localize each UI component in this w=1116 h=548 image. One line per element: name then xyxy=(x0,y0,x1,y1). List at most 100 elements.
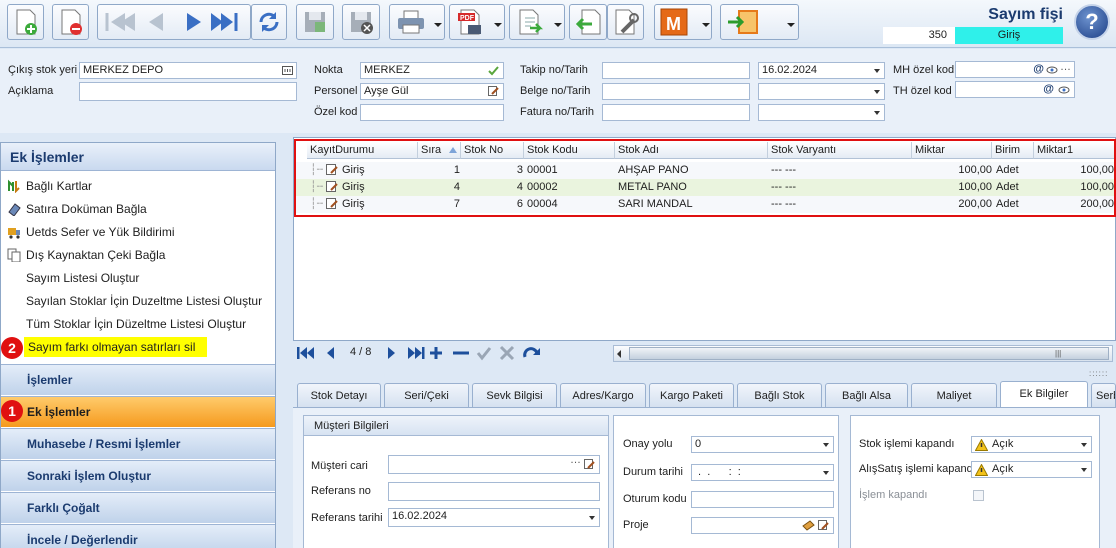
tab-bagli-alsa[interactable]: Bağlı Alsa xyxy=(825,383,908,407)
new-document-button[interactable] xyxy=(7,4,44,40)
sayilan-stoklar-item[interactable]: Sayılan Stoklar İçin Duzeltme Listesi Ol… xyxy=(26,291,262,311)
onay-yolu-field[interactable]: 0 xyxy=(691,436,834,453)
confirm-icon[interactable] xyxy=(476,347,492,361)
save-close-button[interactable] xyxy=(342,4,380,40)
view-icon[interactable] xyxy=(1058,85,1070,95)
chevron-down-icon[interactable] xyxy=(787,23,795,27)
prev-page-icon[interactable] xyxy=(327,347,334,359)
pdf-export-button[interactable]: PDF xyxy=(449,4,505,40)
proje-label: Proje xyxy=(623,519,649,531)
fatura-no-field[interactable] xyxy=(602,104,750,121)
edit-icon[interactable] xyxy=(584,459,596,470)
ellipsis-icon[interactable]: … xyxy=(1060,62,1071,75)
uetds-item[interactable]: Uetds Sefer ve Yük Bildirimi xyxy=(7,222,175,242)
tab-sevk-bilgisi[interactable]: Sevk Bilgisi xyxy=(472,383,557,407)
view-icon[interactable] xyxy=(1046,65,1058,75)
tab-stok-detayi[interactable]: Stok Detayı xyxy=(297,383,381,407)
transfer-button[interactable] xyxy=(509,4,565,40)
chevron-down-icon[interactable] xyxy=(823,443,829,447)
tab-bagli-stok[interactable]: Bağlı Stok xyxy=(737,383,822,407)
nav-ek-islemler[interactable]: Ek İşlemler xyxy=(1,396,275,427)
belge-date-field[interactable] xyxy=(758,83,885,100)
chevron-down-icon[interactable] xyxy=(823,471,829,475)
nav-islemler[interactable]: İşlemler xyxy=(1,364,275,395)
chevron-down-icon[interactable] xyxy=(554,23,562,27)
refresh-button[interactable] xyxy=(251,4,287,40)
import-button[interactable] xyxy=(569,4,607,40)
sayim-farki-sil-item[interactable]: Sayım farkı olmayan satırları sil xyxy=(24,337,207,357)
redo-icon[interactable] xyxy=(523,347,540,358)
scroll-left-icon[interactable] xyxy=(617,350,621,358)
satira-dokuman-bagla-item[interactable]: Satıra Doküman Bağla xyxy=(7,199,147,219)
save-button[interactable] xyxy=(296,4,334,40)
nokta-field[interactable]: MERKEZ xyxy=(360,62,504,79)
tab-kargo-paketi[interactable]: Kargo Paketi xyxy=(649,383,734,407)
at-icon[interactable]: @ xyxy=(1033,62,1044,77)
referans-no-field[interactable] xyxy=(388,482,600,501)
sayim-listesi-item[interactable]: Sayım Listesi Oluştur xyxy=(26,268,139,288)
next-page-icon[interactable] xyxy=(388,347,395,359)
delete-document-button[interactable] xyxy=(52,4,89,40)
bagli-kartlar-item[interactable]: Bağlı Kartlar xyxy=(7,176,92,196)
tum-stoklar-item[interactable]: Tüm Stoklar İçin Düzeltme Listesi Oluştu… xyxy=(26,314,246,334)
takip-no-field[interactable] xyxy=(602,62,750,79)
nav-muhasebe[interactable]: Muhasebe / Resmi İşlemler xyxy=(1,428,275,459)
alissatis-kapandi-select[interactable]: Açık xyxy=(971,461,1092,478)
chevron-down-icon[interactable] xyxy=(589,516,595,520)
last-page-icon[interactable] xyxy=(408,347,425,359)
settings-button[interactable] xyxy=(607,4,644,40)
nav-incele[interactable]: İncele / Değerlendir xyxy=(1,524,275,548)
last-record-icon[interactable] xyxy=(211,13,238,31)
tab-ek-bilgiler[interactable]: Ek Bilgiler xyxy=(1000,381,1088,407)
personel-field[interactable]: Ayşe Gül xyxy=(360,83,504,100)
first-record-icon[interactable] xyxy=(105,13,135,31)
add-row-icon[interactable] xyxy=(430,347,442,359)
lookup-icon[interactable] xyxy=(282,66,293,75)
first-page-icon[interactable] xyxy=(297,347,314,359)
takip-date-field[interactable]: 16.02.2024 xyxy=(758,62,885,79)
chevron-down-icon[interactable] xyxy=(702,23,710,27)
next-record-icon[interactable] xyxy=(187,13,201,31)
ellipsis-icon[interactable]: … xyxy=(570,456,581,468)
ozel-kod-field[interactable] xyxy=(360,104,504,121)
m-module-button[interactable]: M xyxy=(654,4,712,40)
chevron-down-icon[interactable] xyxy=(874,111,880,115)
edit-icon[interactable] xyxy=(488,86,499,97)
chevron-down-icon[interactable] xyxy=(874,69,880,73)
th-ozel-kod-field[interactable]: @ xyxy=(955,81,1075,98)
chevron-down-icon[interactable] xyxy=(874,90,880,94)
nav-farkli-cogalt[interactable]: Farklı Çoğalt xyxy=(1,492,275,523)
exit-button[interactable] xyxy=(720,4,799,40)
nav-sonraki-islem[interactable]: Sonraki İşlem Oluştur xyxy=(1,460,275,491)
fatura-date-field[interactable] xyxy=(758,104,885,121)
search-icon[interactable] xyxy=(802,520,815,531)
aciklama-field[interactable] xyxy=(79,82,297,101)
belge-no-field[interactable] xyxy=(602,83,750,100)
cancel-icon[interactable] xyxy=(499,345,515,361)
cikis-stok-yeri-field[interactable]: MERKEZ DEPO xyxy=(79,62,297,79)
chevron-down-icon[interactable] xyxy=(1081,443,1087,447)
tab-adres-kargo[interactable]: Adres/Kargo xyxy=(560,383,646,407)
dis-kaynaktan-ceki-item[interactable]: Dış Kaynaktan Çeki Bağla xyxy=(7,245,165,265)
referans-tarihi-field[interactable]: 16.02.2024 xyxy=(388,508,600,527)
islem-kapandi-checkbox[interactable] xyxy=(973,490,984,501)
proje-field[interactable] xyxy=(691,517,834,534)
edit-icon[interactable] xyxy=(818,520,830,531)
prev-record-icon[interactable] xyxy=(149,13,163,31)
tab-maliyet[interactable]: Maliyet xyxy=(911,383,997,407)
oturum-kodu-field[interactable] xyxy=(691,491,834,508)
chevron-down-icon[interactable] xyxy=(434,23,442,27)
chevron-down-icon[interactable] xyxy=(1081,468,1087,472)
stok-islemi-kapandi-select[interactable]: Açık xyxy=(971,436,1092,453)
scroll-thumb[interactable]: ||| xyxy=(629,347,1109,360)
mh-ozel-kod-field[interactable]: @ … xyxy=(955,61,1075,78)
at-icon[interactable]: @ xyxy=(1043,82,1054,97)
musteri-cari-field[interactable]: … xyxy=(388,455,600,474)
print-button[interactable] xyxy=(389,4,445,40)
durum-tarihi-field[interactable]: . . : : xyxy=(691,464,834,481)
tab-serbest[interactable]: Serb xyxy=(1091,383,1116,407)
horizontal-scrollbar[interactable]: ||| xyxy=(613,345,1113,362)
tab-seri-ceki[interactable]: Seri/Çeki xyxy=(384,383,469,407)
chevron-down-icon[interactable] xyxy=(494,23,502,27)
help-button[interactable]: ? xyxy=(1074,4,1110,40)
